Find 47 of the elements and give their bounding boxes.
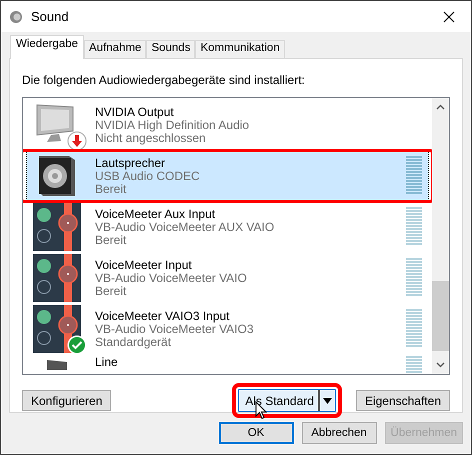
device-row[interactable]: Line [26, 355, 429, 374]
scroll-up-icon[interactable] [436, 104, 445, 110]
mixer-icon [33, 203, 81, 251]
scroll-thumb[interactable] [432, 281, 449, 351]
tab[interactable]: Wiedergabe [10, 35, 84, 59]
device-driver: NVIDIA High Definition Audio [95, 118, 250, 132]
level-meter-icon [406, 258, 422, 298]
device-driver: USB Audio CODEC [95, 170, 201, 182]
close-icon[interactable] [443, 10, 455, 22]
mixer-icon [33, 254, 81, 302]
level-meter-icon [406, 207, 422, 247]
device-name: VoiceMeeter Input [95, 258, 193, 272]
device-name: VoiceMeeter Aux Input [95, 208, 216, 220]
level-meter-icon [406, 156, 422, 196]
speaker-icon [9, 10, 23, 24]
device-row[interactable]: VoiceMeeter Aux Input VB-Audio VoiceMeeter AUX VAIO Bereit [26, 202, 429, 252]
device-row[interactable]: VoiceMeeter VAIO3 Input VB-Audio VoiceMeeter VAIO3 Standardgerät [26, 304, 429, 354]
device-driver: VB-Audio VoiceMeeter AUX VAIO [95, 220, 276, 234]
down-arrow-badge-icon [67, 131, 87, 151]
device-row[interactable]: VoiceMeeter Input VB-Audio VoiceMeeter VAIO Bereit [26, 253, 429, 303]
level-meter-icon [406, 309, 422, 349]
device-name: NVIDIA Output [95, 106, 175, 118]
device-status: Standardgerät [95, 336, 172, 348]
device-name: VoiceMeeter VAIO3 Input [95, 310, 231, 322]
mixer-icon [33, 305, 81, 353]
device-name: Line [95, 356, 119, 369]
device-status: Nicht angeschlossen [95, 132, 207, 144]
device-driver: VB-Audio VoiceMeeter VAIO3 [95, 322, 255, 336]
dialog-button[interactable]: OK [218, 422, 294, 444]
device-row[interactable]: Lautsprecher USB Audio CODEC Bereit [26, 151, 429, 201]
window-title: Sound [31, 9, 70, 24]
check-badge-icon [67, 335, 87, 355]
tab[interactable]: Sounds [146, 40, 196, 58]
device-row[interactable]: NVIDIA Output NVIDIA High Definition Audio Nicht angeschlossen [26, 100, 429, 150]
dialog-button[interactable]: Abbrechen [302, 422, 377, 444]
panel-button[interactable]: Eigenschaften [356, 390, 450, 411]
device-driver: VB-Audio VoiceMeeter VAIO [95, 272, 248, 284]
device-status: Bereit [95, 182, 128, 196]
scroll-down-icon[interactable] [436, 362, 445, 368]
scrollbar[interactable] [432, 98, 449, 374]
device-status: Bereit [95, 234, 128, 246]
panel-button[interactable]: Konfigurieren [22, 390, 112, 411]
intro-text: Die folgenden Audiowiedergabegeräte sind installiert: [22, 73, 306, 87]
tab[interactable]: Kommunikation [195, 40, 285, 58]
device-name: Lautsprecher [95, 156, 166, 170]
device-status: Bereit [95, 284, 128, 298]
tab[interactable]: Aufnahme [84, 40, 146, 58]
